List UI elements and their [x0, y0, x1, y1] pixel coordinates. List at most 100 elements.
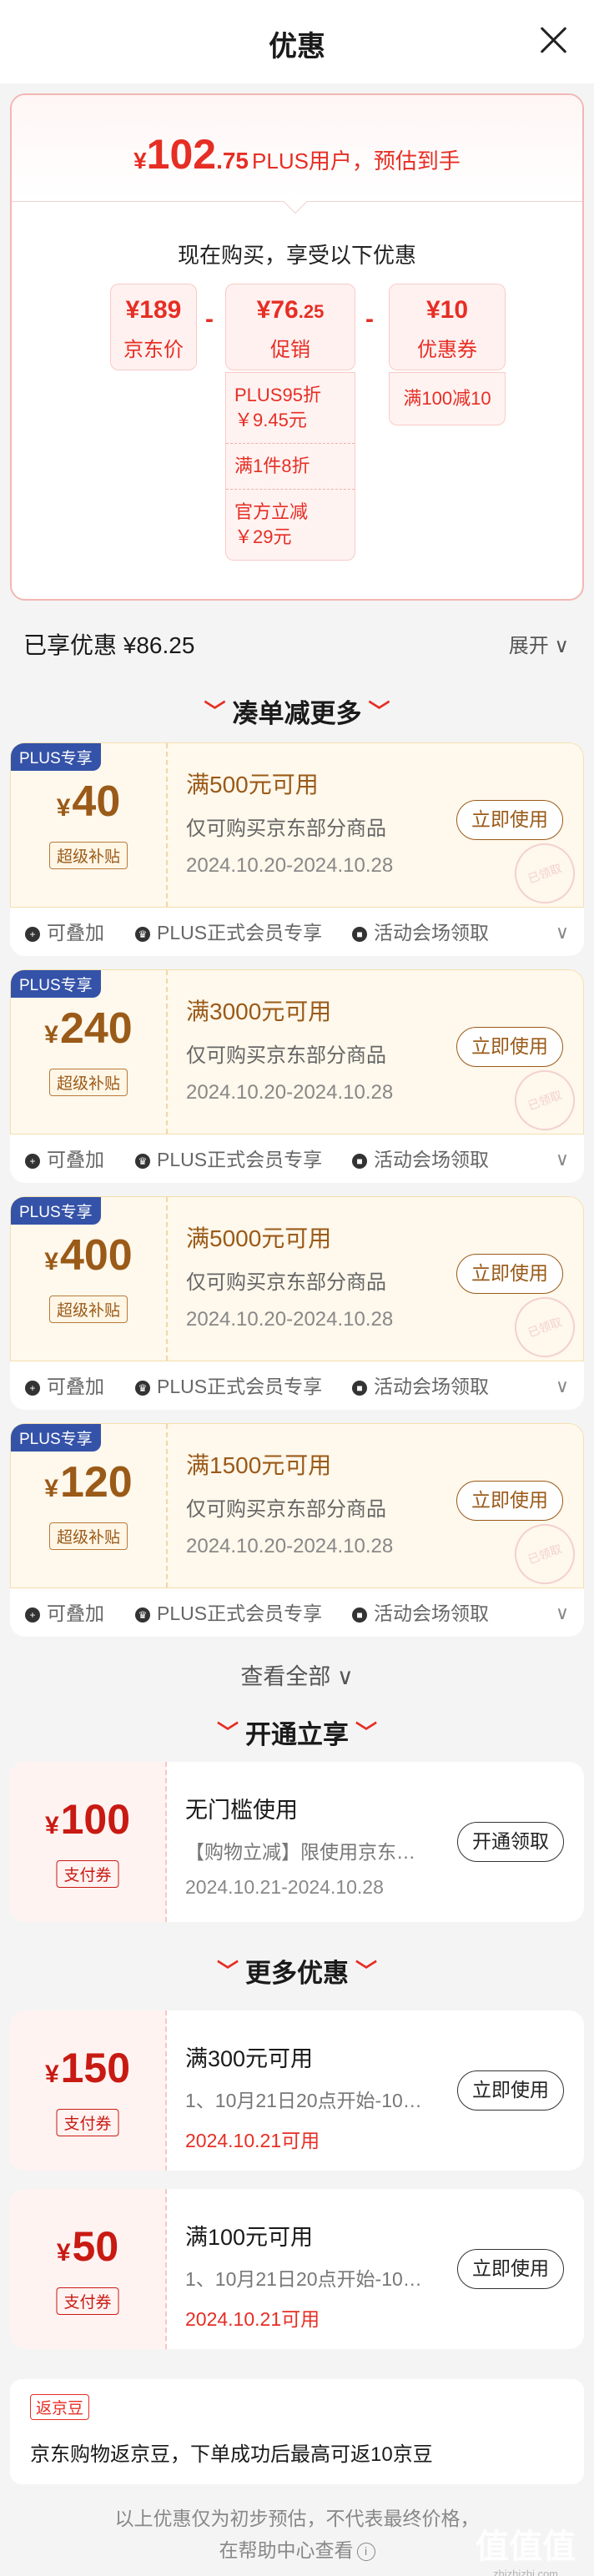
promo-detail-list: PLUS95折 ￥9.45元 满1件8折 官方立减 ￥29元	[225, 372, 355, 561]
coupon-amount: ¥400	[44, 1231, 133, 1280]
coupon-desc: 1、10月21日20点开始-10…	[185, 2090, 422, 2111]
view-all-button[interactable]: 查看全部 ∨	[0, 1658, 594, 1691]
plus-member-label: ♛ PLUS正式会员专享	[135, 1590, 322, 1637]
claimed-stamp: 已领取	[506, 1061, 584, 1140]
coupon-card: ¥240 超级补贴 PLUS专享 满3000元可用 仅可购买京东部分商品 202…	[10, 969, 584, 1183]
crown-icon: ♛	[135, 1607, 150, 1623]
chevron-down-icon[interactable]: ∨	[556, 1363, 569, 1410]
promo-amount: ¥76.25	[256, 296, 325, 324]
coupon-info: 满300元可用 1、10月21日20点开始-10… 2024.10.21可用	[185, 2040, 452, 2153]
chevron-down-icon[interactable]: ∨	[556, 1590, 569, 1637]
stackable-label: + 可叠加	[25, 1363, 104, 1410]
open-claim-button[interactable]: 开通领取	[457, 1822, 564, 1862]
promo-box: ¥76.25 促销	[225, 284, 355, 370]
use-now-button[interactable]: 立即使用	[457, 2249, 564, 2289]
price-currency: ¥	[133, 148, 147, 174]
coupon-amount: ¥50	[56, 2223, 119, 2270]
coupon-badge: 超级补贴	[48, 1069, 128, 1096]
coupon-desc: 1、10月21日20点开始-10…	[185, 2268, 422, 2290]
jd-price-box: ¥189 京东价	[110, 284, 197, 370]
coupon-info: 满100元可用 1、10月21日20点开始-10… 2024.10.21可用	[185, 2219, 452, 2332]
payment-coupon-card: ¥100 支付券 无门槛使用 【购物立减】限使用京东… 2024.10.21-2…	[10, 1762, 584, 1922]
section-deco-left: ﹀	[216, 1959, 239, 1984]
section-deco-right: ﹀	[355, 1720, 378, 1745]
summary-subtitle: 现在购买，享受以下优惠	[177, 243, 416, 268]
coupon-date: 2024.10.20-2024.10.28	[186, 1535, 394, 1557]
jd-price-amount: ¥189	[125, 296, 182, 324]
enjoyed-discount: 已享优惠 ¥86.25	[23, 632, 195, 658]
coupon-date: 2024.10.20-2024.10.28	[186, 1308, 394, 1331]
coupon-badge: 支付券	[56, 2109, 119, 2136]
coupon-condition: 满5000元可用	[186, 1225, 332, 1251]
use-now-button[interactable]: 立即使用	[456, 1254, 563, 1294]
coupon-condition: 无门槛使用	[185, 1798, 298, 1823]
info-icon[interactable]: i	[356, 2542, 375, 2561]
plus-tag: PLUS专享	[11, 743, 101, 771]
section-deco-right: ﹀	[355, 1959, 378, 1984]
plus-tag: PLUS专享	[11, 970, 101, 998]
coupon-condition: 满1500元可用	[186, 1452, 332, 1478]
crown-icon: ♛	[135, 926, 150, 942]
jd-price-label: 京东价	[123, 339, 184, 361]
jingdou-tag: 返京豆	[30, 2394, 90, 2420]
watermark-sub: zhizhizhi.com	[492, 2568, 559, 2576]
coupon-value: ¥50 支付券	[10, 2189, 167, 2349]
coupon-card: ¥40 超级补贴 PLUS专享 满500元可用 仅可购买京东部分商品 2024.…	[10, 742, 584, 956]
minus-sign: -	[365, 305, 374, 333]
section-deco-left: ﹀	[216, 1720, 239, 1745]
coupon-amount: ¥10	[425, 296, 469, 324]
coupon-footer: + 可叠加 ♛ PLUS正式会员专享 ■ 活动会场领取 ∨	[10, 1363, 584, 1410]
use-now-button[interactable]: 立即使用	[457, 2070, 564, 2111]
price-decimal: .75	[216, 148, 249, 174]
coupon-footer: + 可叠加 ♛ PLUS正式会员专享 ■ 活动会场领取 ∨	[10, 909, 584, 956]
coupon-amount: ¥100	[44, 1796, 131, 1843]
coupon-badge: 超级补贴	[48, 1522, 128, 1550]
payment-coupon-card: ¥150 支付券 满300元可用 1、10月21日20点开始-10… 2024.…	[10, 2010, 584, 2171]
coupon-body: ¥240 超级补贴 PLUS专享 满3000元可用 仅可购买京东部分商品 202…	[10, 969, 584, 1140]
plus-member-label: ♛ PLUS正式会员专享	[135, 909, 322, 956]
crown-icon: ♛	[135, 1380, 150, 1396]
venue-label: ■ 活动会场领取	[352, 1136, 489, 1183]
coupon-scope: 仅可购买京东部分商品	[186, 1271, 386, 1294]
coupon-amount: ¥240	[44, 1004, 133, 1053]
page-title: 优惠	[269, 31, 325, 63]
coupon-amount: ¥120	[44, 1458, 133, 1507]
coupon-card: ¥400 超级补贴 PLUS专享 满5000元可用 仅可购买京东部分商品 202…	[10, 1196, 584, 1410]
discount-sheet: 优惠 ¥102.75 PLUS用户，预估到手 现在购买，享受以下优惠 ¥189 京…	[0, 0, 594, 2576]
expand-button[interactable]: 展开 ∨	[509, 629, 569, 658]
coupon-footer: + 可叠加 ♛ PLUS正式会员专享 ■ 活动会场领取 ∨	[10, 1590, 584, 1637]
coupon-value: ¥150 支付券	[10, 2010, 167, 2171]
coupon-scope: 仅可购买京东部分商品	[186, 1044, 386, 1067]
plus-circle-icon: +	[25, 1607, 40, 1623]
venue-label: ■ 活动会场领取	[352, 909, 489, 956]
section-title-open: ﹀ 开通立享 ﹀	[0, 1713, 594, 1751]
section-title-more: ﹀ 更多优惠 ﹀	[0, 1952, 594, 1990]
coupon-info: 无门槛使用 【购物立减】限使用京东… 2024.10.21-2024.10.28	[185, 1792, 452, 1899]
price-summary-card: ¥102.75 PLUS用户，预估到手 现在购买，享受以下优惠 ¥189 京东价 …	[10, 93, 584, 601]
coupon-amount: ¥40	[56, 777, 121, 826]
chevron-down-icon[interactable]: ∨	[556, 909, 569, 956]
plus-circle-icon: +	[25, 1153, 40, 1169]
coupon-info: 满500元可用 仅可购买京东部分商品 2024.10.20-2024.10.28	[186, 767, 470, 878]
coupon-badge: 支付券	[56, 1860, 119, 1888]
coupon-date: 2024.10.20-2024.10.28	[186, 854, 394, 877]
gift-icon: ■	[352, 1607, 367, 1623]
claimed-stamp: 已领取	[506, 1515, 584, 1593]
close-icon[interactable]	[539, 25, 569, 55]
chevron-down-icon[interactable]: ∨	[556, 1136, 569, 1183]
gift-icon: ■	[352, 1153, 367, 1169]
use-now-button[interactable]: 立即使用	[456, 1027, 563, 1067]
stackable-label: + 可叠加	[25, 1136, 104, 1183]
coupon-amount: ¥150	[44, 2045, 131, 2091]
gift-icon: ■	[352, 1380, 367, 1396]
crown-icon: ♛	[135, 1153, 150, 1169]
estimated-price: ¥102.75 PLUS用户，预估到手	[12, 130, 582, 179]
price-integer: 102	[146, 131, 217, 178]
price-note: PLUS用户，预估到手	[252, 148, 461, 174]
watermark: 值值值 zhizhizhi.com	[464, 2519, 587, 2576]
coupon-scope: 仅可购买京东部分商品	[186, 1498, 386, 1521]
coupon-badge: 超级补贴	[48, 1296, 128, 1323]
use-now-button[interactable]: 立即使用	[456, 1481, 563, 1521]
gift-icon: ■	[352, 926, 367, 942]
use-now-button[interactable]: 立即使用	[456, 800, 563, 840]
